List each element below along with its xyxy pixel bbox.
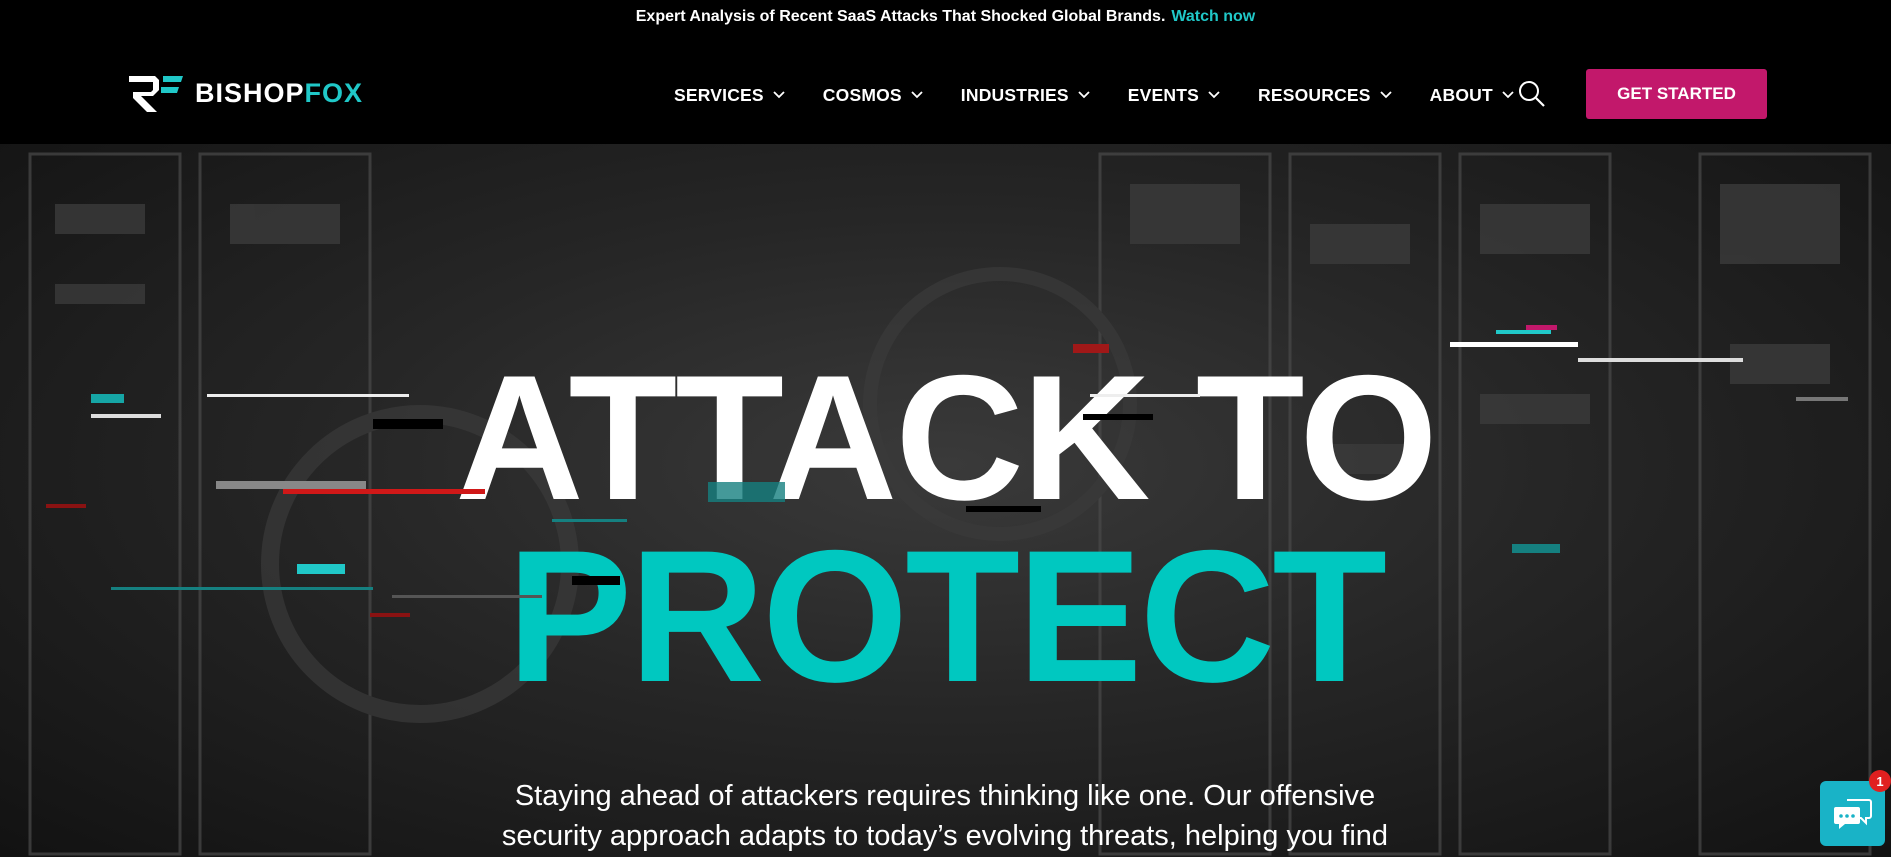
chat-notification-badge: 1 [1869, 770, 1891, 792]
hero-subtext-line2: security approach adapts to today’s evol… [501, 820, 1389, 852]
glitch-line [91, 394, 124, 403]
bishopfox-logo-icon [129, 76, 183, 112]
nav-cosmos-label: COSMOS [822, 84, 902, 105]
chevron-down-icon [911, 91, 923, 99]
logo-word-bishop: BISHOP [195, 77, 305, 108]
glitch-line [370, 613, 410, 617]
glitch-line [111, 587, 373, 590]
site-header: BISHOPFOX SERVICES COSMOS INDUSTRIES EVE… [0, 34, 1891, 144]
chevron-down-icon [1208, 91, 1220, 99]
hero-subtext: Staying ahead of attackers requires thin… [445, 776, 1445, 856]
chevron-down-icon [1078, 91, 1090, 99]
chevron-down-icon [1380, 91, 1392, 99]
glitch-line [297, 564, 345, 574]
glitch-line [1512, 544, 1560, 553]
glitch-line [1090, 394, 1200, 397]
watch-now-link[interactable]: Watch now [1171, 8, 1255, 26]
search-icon [1519, 81, 1545, 107]
logo-wordmark: BISHOPFOX [195, 78, 363, 109]
nav-industries-label: INDUSTRIES [960, 84, 1069, 105]
headline-line1: ATTACK TO [455, 338, 1438, 537]
nav-cosmos[interactable]: COSMOS [823, 85, 923, 106]
hero-headline: ATTACK TO PROTECT [0, 144, 1891, 857]
glitch-line [1073, 344, 1109, 353]
nav-events-label: EVENTS [1127, 84, 1199, 105]
glitch-line [216, 481, 366, 489]
glitch-line [708, 482, 785, 502]
glitch-line [392, 595, 542, 598]
nav-resources-label: RESOURCES [1258, 84, 1371, 105]
glitch-line [572, 576, 620, 585]
nav-events[interactable]: EVENTS [1128, 85, 1220, 106]
headline-line2: PROTECT [506, 511, 1387, 721]
hero-subtext-line1: Staying ahead of attackers requires thin… [514, 780, 1376, 812]
get-started-button[interactable]: GET STARTED [1586, 69, 1767, 119]
chat-icon [1833, 798, 1872, 829]
nav-resources[interactable]: RESOURCES [1258, 85, 1392, 106]
glitch-line [1526, 325, 1557, 330]
logo[interactable]: BISHOPFOX [127, 72, 363, 114]
glitch-line [283, 489, 485, 494]
glitch-line [966, 506, 1041, 512]
nav-services[interactable]: SERVICES [674, 85, 785, 106]
glitch-line [1450, 342, 1578, 347]
glitch-line [46, 504, 86, 508]
glitch-line [207, 394, 409, 397]
logo-word-fox: FOX [304, 77, 364, 108]
nav-about[interactable]: ABOUT [1430, 85, 1514, 106]
chevron-down-icon [1502, 91, 1514, 99]
glitch-line [373, 419, 443, 429]
search-button[interactable] [1517, 79, 1547, 109]
glitch-line [552, 519, 627, 522]
glitch-line [1083, 414, 1153, 420]
main-nav: SERVICES COSMOS INDUSTRIES EVENTS RESOUR… [674, 80, 1552, 110]
glitch-line [1578, 358, 1743, 362]
nav-about-label: ABOUT [1429, 84, 1493, 105]
glitch-line [1796, 397, 1848, 401]
nav-services-label: SERVICES [674, 84, 764, 105]
hero-section: ATTACK TO PROTECT Staying ahead of attac… [0, 144, 1891, 857]
glitch-line [91, 414, 161, 418]
glitch-line [1496, 330, 1551, 334]
chevron-down-icon [773, 91, 785, 99]
nav-industries[interactable]: INDUSTRIES [961, 85, 1090, 106]
announcement-text: Expert Analysis of Recent SaaS Attacks T… [635, 8, 1166, 25]
announcement-bar: Expert Analysis of Recent SaaS Attacks T… [0, 0, 1891, 34]
